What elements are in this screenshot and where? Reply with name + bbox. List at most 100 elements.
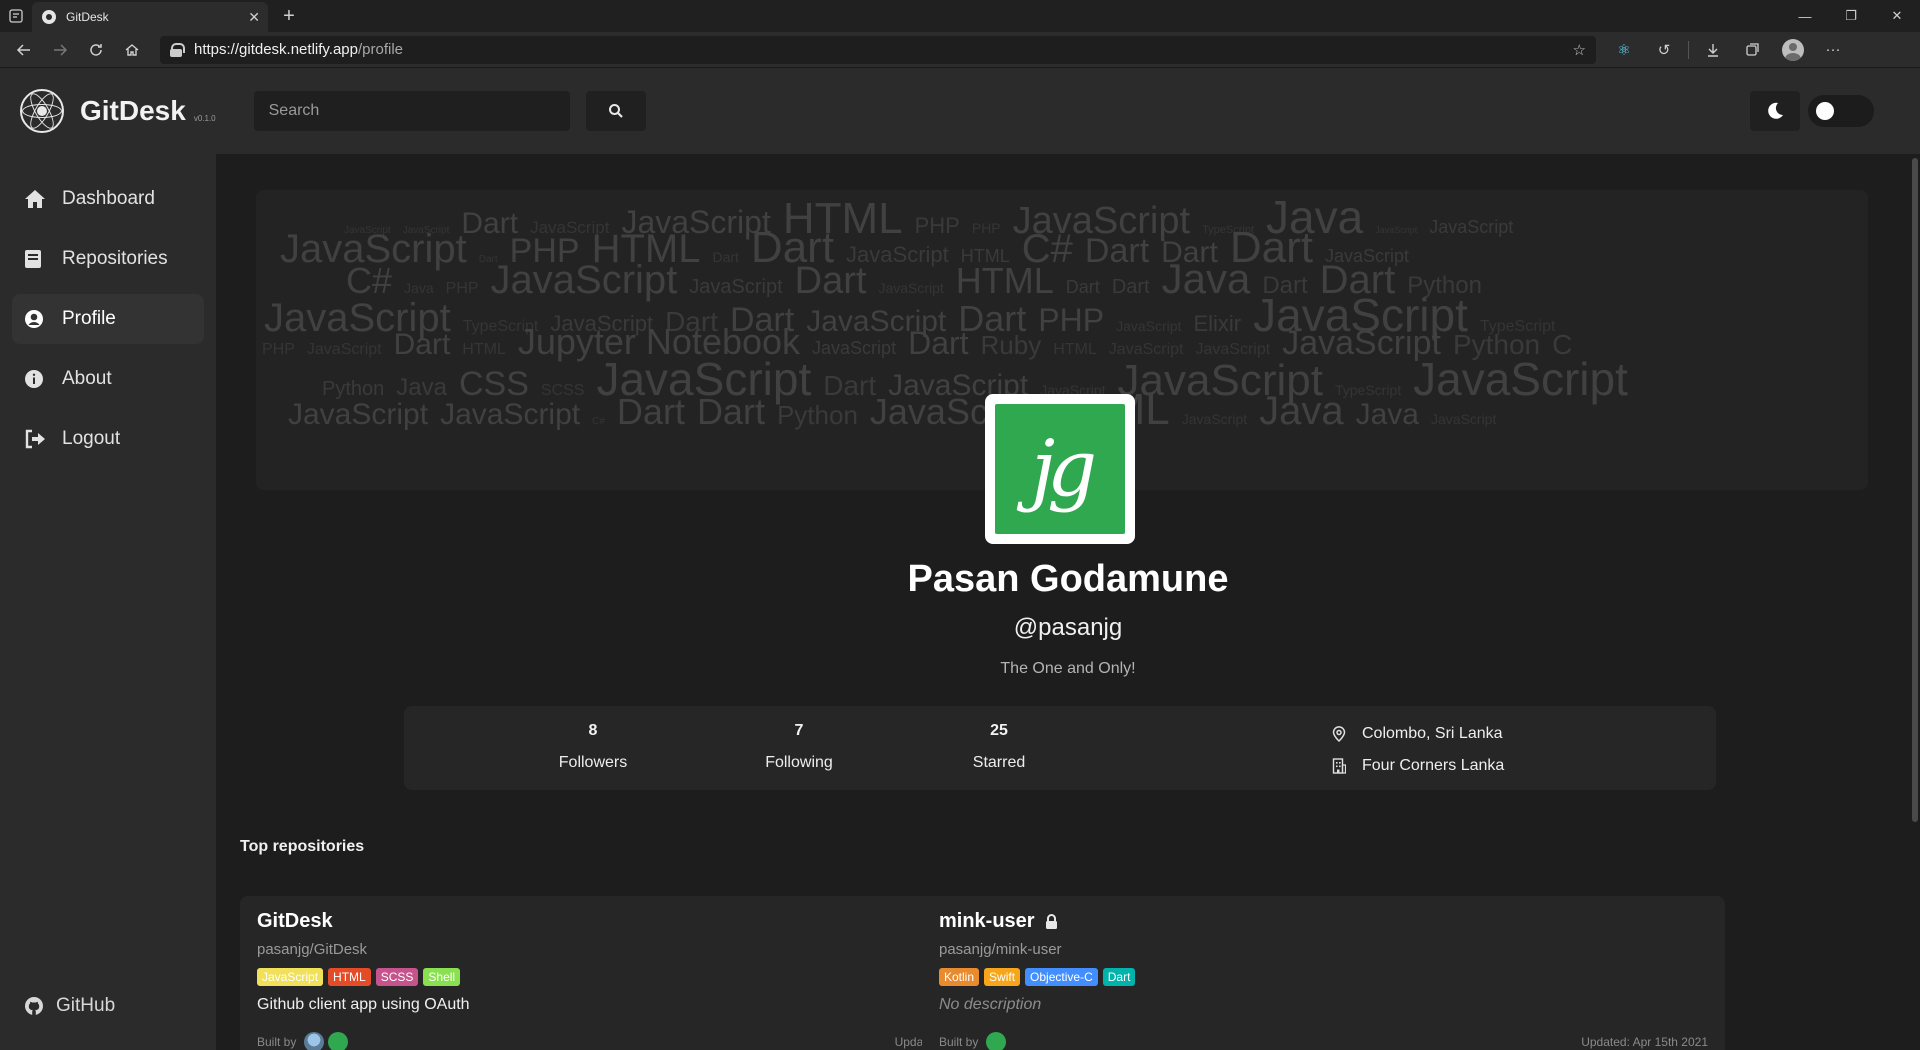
profile-username: @pasanjg bbox=[1013, 614, 1123, 641]
scrollbar-thumb[interactable] bbox=[1912, 158, 1918, 822]
search-input[interactable] bbox=[253, 91, 570, 131]
moon-icon bbox=[1768, 102, 1783, 119]
top-repositories-heading: Top repositories bbox=[240, 838, 365, 855]
gitdesk-app: GitDesk v0.1.0 Dashboard Repositories bbox=[0, 68, 1920, 1050]
language-tag: Swift bbox=[984, 968, 1021, 986]
home-icon bbox=[24, 189, 50, 209]
profile-company: Four Corners Lanka bbox=[1362, 757, 1505, 774]
sidebar-item-about[interactable]: About bbox=[12, 354, 204, 404]
wordcloud-word: Java bbox=[1259, 389, 1344, 433]
following-stat[interactable]: 7 Following bbox=[739, 722, 859, 772]
contributor-avatar[interactable] bbox=[986, 1032, 1007, 1050]
following-label: Following bbox=[765, 754, 833, 771]
repo-language-tags: JavaScript HTML SCSS Shell bbox=[257, 968, 1026, 986]
github-link[interactable]: GitHub bbox=[12, 986, 115, 1026]
sidebar-item-profile[interactable]: Profile bbox=[12, 294, 204, 344]
brand-name: GitDesk bbox=[80, 95, 186, 126]
sidebar-item-label: Dashboard bbox=[62, 188, 155, 209]
profile-avatar: jg bbox=[985, 394, 1135, 544]
wordcloud-word: JavaScript bbox=[1431, 411, 1497, 427]
info-icon bbox=[24, 369, 50, 389]
location-pin-icon bbox=[1332, 726, 1348, 742]
repo-name[interactable]: mink-user bbox=[939, 910, 1035, 933]
profile-location: Colombo, Sri Lanka bbox=[1362, 725, 1503, 742]
forward-button[interactable] bbox=[42, 35, 78, 65]
restore-icon[interactable]: ❐ bbox=[1828, 0, 1874, 32]
avatar-initials: jg bbox=[995, 404, 1125, 534]
app-version: v0.1.0 bbox=[193, 113, 216, 123]
dark-mode-button[interactable] bbox=[1750, 91, 1800, 131]
sidebar-item-label: Logout bbox=[62, 428, 121, 449]
followers-label: Followers bbox=[558, 754, 628, 771]
brand-logo[interactable]: GitDesk v0.1.0 bbox=[20, 89, 216, 133]
favorite-star-icon[interactable]: ☆ bbox=[1573, 41, 1586, 59]
repo-full-name: pasanjg/GitDesk bbox=[257, 941, 368, 958]
private-lock-icon bbox=[1045, 914, 1058, 929]
starred-stat[interactable]: 25 Starred bbox=[939, 722, 1059, 772]
wordcloud-word: Dart bbox=[616, 391, 685, 432]
close-tab-icon[interactable]: ✕ bbox=[248, 9, 260, 26]
profile-name: Pasan Godamune bbox=[907, 558, 1229, 600]
sidebar-item-logout[interactable]: Logout bbox=[12, 414, 204, 464]
followers-count: 8 bbox=[588, 722, 598, 739]
new-tab-button[interactable]: + bbox=[274, 5, 304, 28]
home-button[interactable] bbox=[114, 35, 150, 65]
download-icon[interactable] bbox=[1693, 42, 1733, 58]
contributor-avatar[interactable] bbox=[304, 1032, 325, 1050]
back-button[interactable] bbox=[6, 35, 42, 65]
window-controls: — ❐ ✕ bbox=[1782, 0, 1920, 32]
lock-icon bbox=[170, 42, 185, 57]
sidebar-item-label: About bbox=[62, 368, 112, 389]
history-icon[interactable]: ↺ bbox=[1644, 41, 1684, 59]
wordcloud-word: JavaScript bbox=[288, 398, 429, 431]
atom-logo-icon bbox=[20, 89, 64, 133]
repo-updated: Updated: Apr 15th 2021 bbox=[1581, 1035, 1708, 1049]
profile-stats: 8 Followers 7 Following 25 Starred Colom… bbox=[404, 706, 1716, 790]
react-devtools-icon[interactable]: ⚛ bbox=[1604, 41, 1644, 59]
wordcloud-word: JavaScript bbox=[812, 338, 897, 358]
sidebar: Dashboard Repositories Profile About Log… bbox=[0, 154, 216, 1050]
language-tag: SCSS bbox=[375, 968, 419, 986]
wordcloud-word: Java bbox=[1355, 398, 1419, 431]
followers-stat[interactable]: 8 Followers bbox=[533, 722, 653, 772]
repo-card[interactable]: mink-user pasanjg/mink-user Kotlin Swift… bbox=[922, 896, 1725, 1050]
url-field[interactable]: https://gitdesk.netlify.app/profile ☆ bbox=[160, 35, 1596, 64]
more-menu-icon[interactable]: ··· bbox=[1813, 41, 1853, 58]
language-tag: Dart bbox=[1102, 968, 1136, 986]
close-window-icon[interactable]: ✕ bbox=[1874, 0, 1920, 32]
starred-label: Starred bbox=[972, 754, 1026, 771]
book-icon bbox=[24, 249, 50, 269]
language-tag: JavaScript bbox=[257, 968, 324, 986]
wordcloud-word: Dart bbox=[696, 391, 765, 432]
wordcloud-word: Dart bbox=[908, 325, 969, 361]
language-tag: Kotlin bbox=[939, 968, 980, 986]
refresh-button[interactable] bbox=[78, 35, 114, 65]
profile-bio: The One and Only! bbox=[1000, 660, 1136, 677]
profile-avatar-icon[interactable] bbox=[1773, 38, 1813, 61]
page-scrollbar[interactable] bbox=[1910, 154, 1920, 1050]
sidebar-item-dashboard[interactable]: Dashboard bbox=[12, 174, 204, 224]
theme-toggle[interactable] bbox=[1808, 95, 1874, 127]
address-bar: https://gitdesk.netlify.app/profile ☆ ⚛ … bbox=[0, 32, 1920, 68]
built-by-label: Built by bbox=[257, 1035, 297, 1049]
browser-tab[interactable]: GitDesk ✕ bbox=[32, 2, 268, 32]
toolbar-divider bbox=[1688, 40, 1689, 59]
wordcloud-word: Ruby bbox=[980, 330, 1042, 360]
language-tag: Objective-C bbox=[1025, 968, 1098, 986]
app-header: GitDesk v0.1.0 bbox=[0, 68, 1920, 154]
sidebar-item-repositories[interactable]: Repositories bbox=[12, 234, 204, 284]
tab-actions-icon[interactable] bbox=[0, 0, 32, 32]
repo-name[interactable]: GitDesk bbox=[257, 910, 333, 933]
wordcloud-word: JavaScript bbox=[1181, 411, 1248, 427]
repo-description: No description bbox=[939, 996, 1042, 1013]
following-count: 7 bbox=[794, 722, 804, 739]
search-button[interactable] bbox=[585, 91, 646, 131]
search-icon bbox=[608, 104, 623, 118]
repo-full-name: pasanjg/mink-user bbox=[939, 941, 1062, 958]
minimize-icon[interactable]: — bbox=[1782, 0, 1828, 32]
wordcloud-word: JavaScript bbox=[440, 398, 581, 431]
github-icon bbox=[24, 996, 44, 1016]
contributor-avatar[interactable] bbox=[328, 1032, 349, 1050]
wordcloud-word: PHP bbox=[262, 341, 295, 358]
collections-icon[interactable] bbox=[1733, 42, 1773, 58]
